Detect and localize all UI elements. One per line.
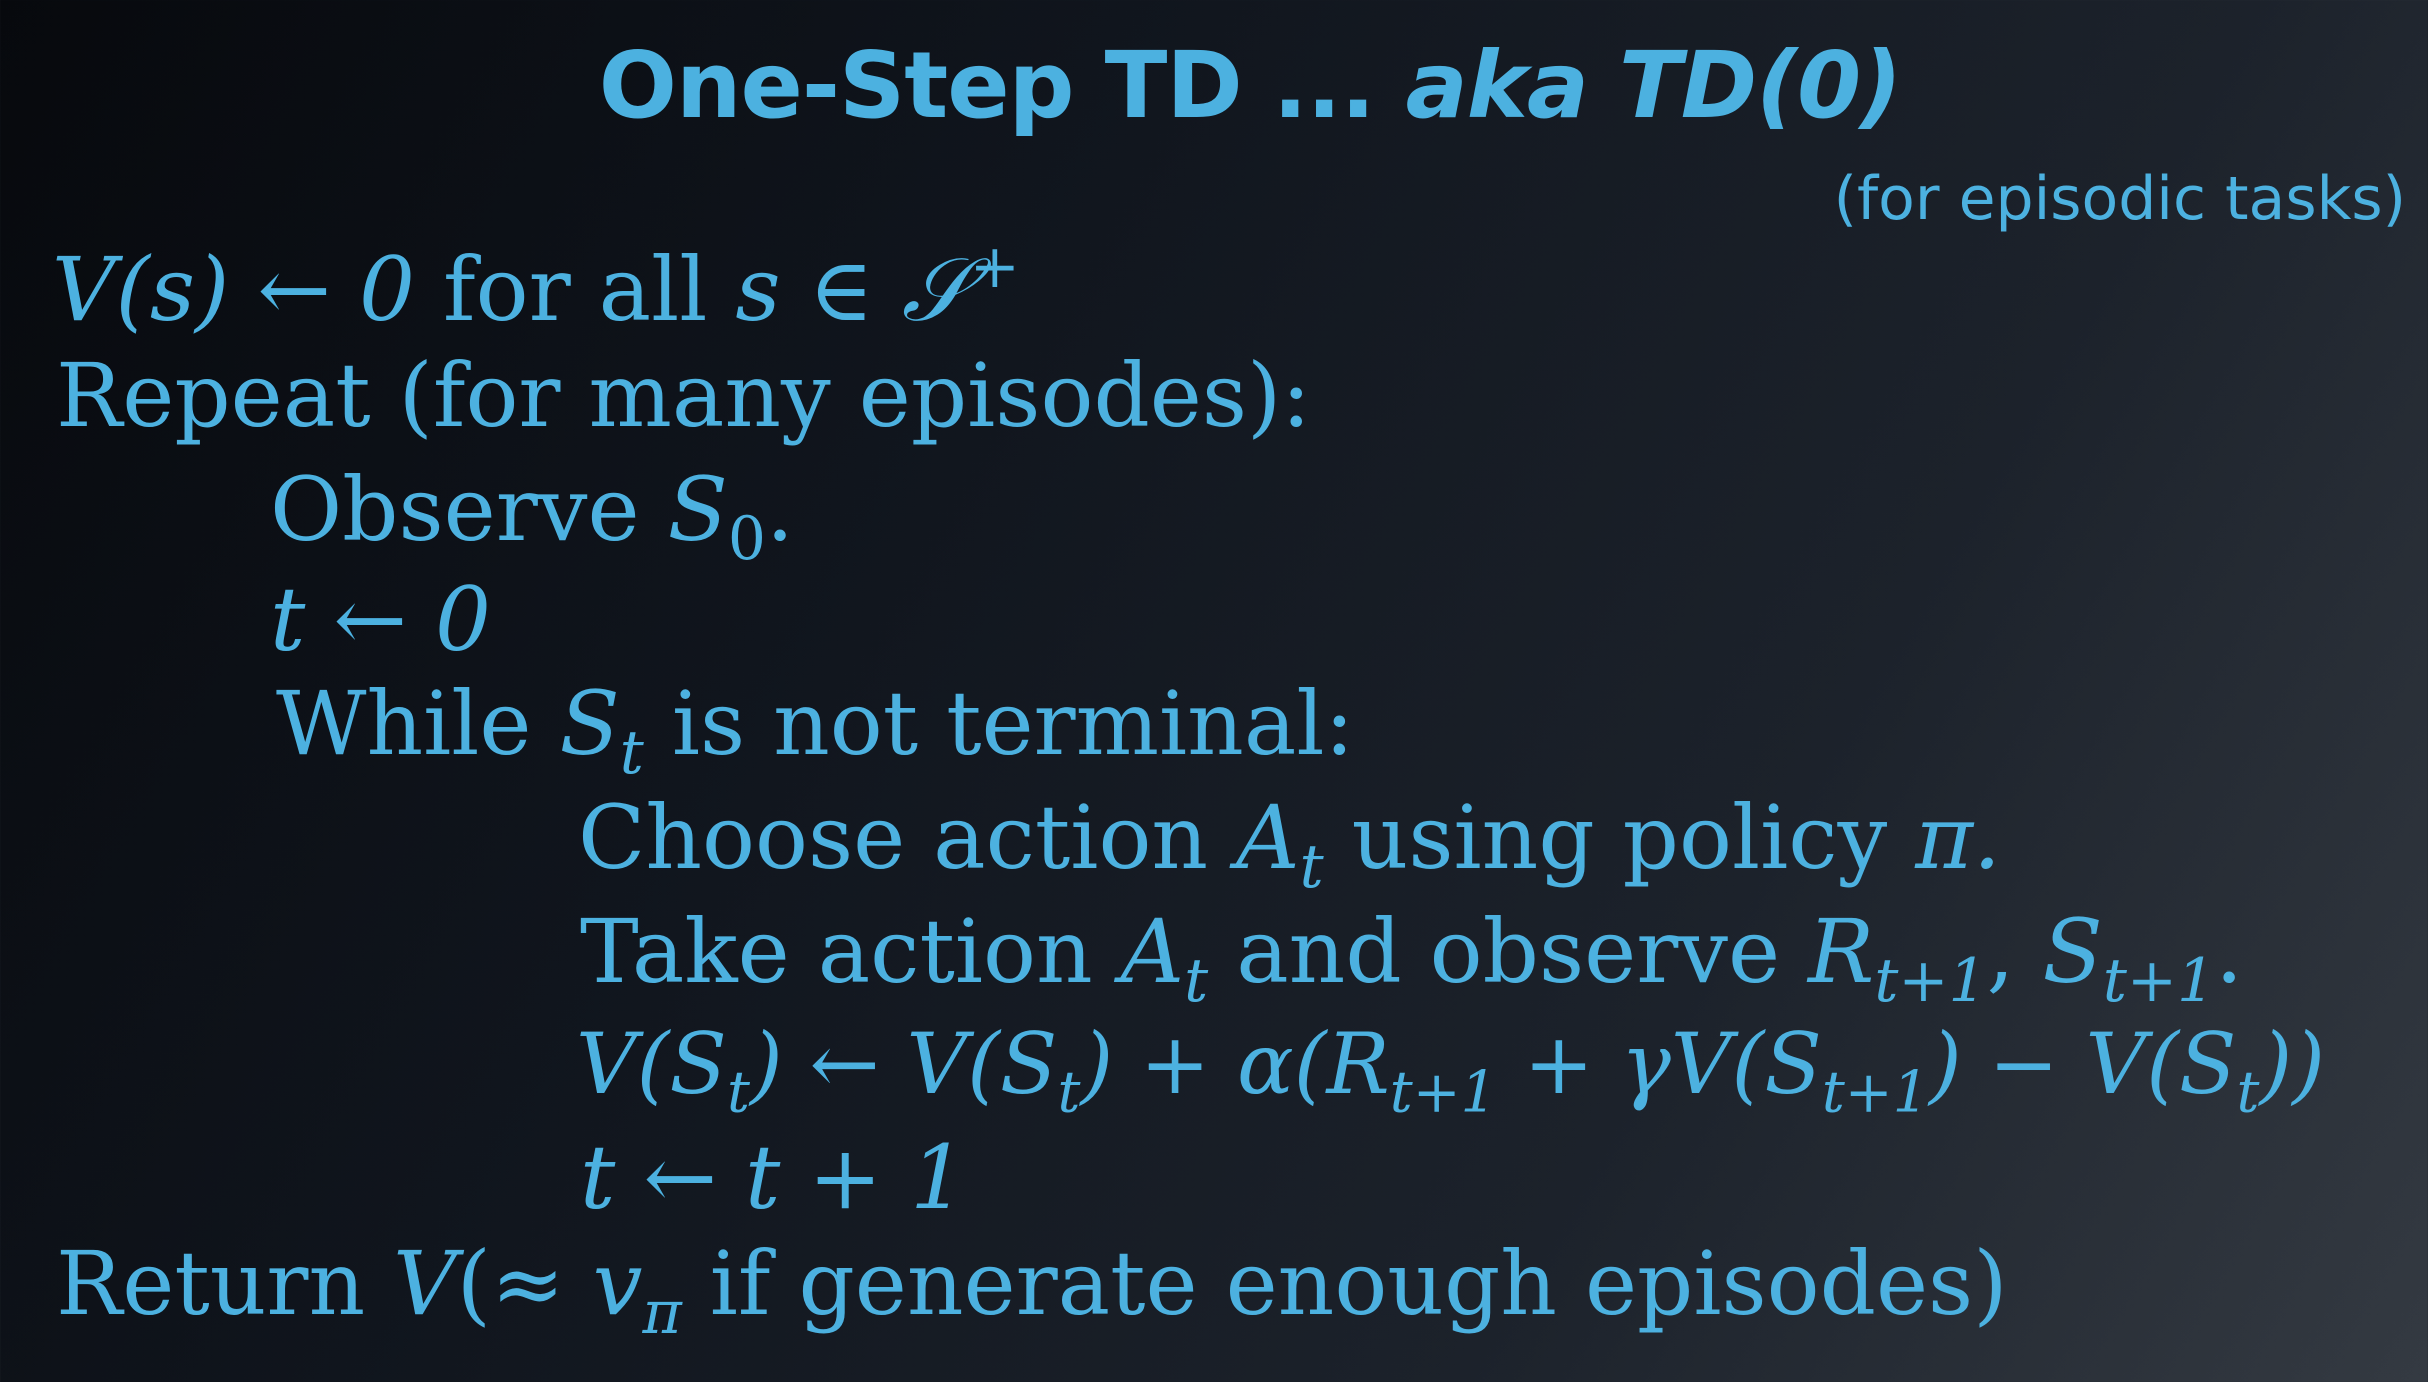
update-p6: )) xyxy=(2259,1015,2326,1113)
update-p5: ) − V(S xyxy=(1929,1015,2237,1113)
return-approx: (≈ xyxy=(456,1232,565,1335)
take-end: . xyxy=(2215,900,2244,1003)
t-inc-expr: t ← t + 1 xyxy=(580,1126,967,1229)
update-s2: t xyxy=(1057,1059,1081,1126)
update-s3: t+1 xyxy=(1389,1059,1497,1126)
return-pisub: π xyxy=(642,1278,682,1349)
line-return: Return V(≈ vπ if generate enough episode… xyxy=(56,1240,2008,1344)
take-text2: and observe xyxy=(1236,900,1781,1003)
init-lhs: V(s) ← 0 xyxy=(52,237,416,341)
slide-title: One-Step TD ... aka TD(0) xyxy=(0,32,2428,139)
update-p4: + γV(S xyxy=(1496,1015,1822,1113)
t-init-expr: t ← 0 xyxy=(270,568,492,671)
line-t-inc: t ← t + 1 xyxy=(580,1134,966,1222)
take-sub: t xyxy=(1184,946,1209,1017)
take-ssub: t+1 xyxy=(2102,946,2216,1017)
slide-subtitle: (for episodic tasks) xyxy=(1833,164,2406,234)
return-vpi: v xyxy=(592,1232,643,1335)
choose-text2: using policy xyxy=(1351,786,1888,889)
line-repeat: Repeat (for many episodes): xyxy=(56,344,1311,447)
update-s1: t xyxy=(726,1059,750,1126)
observe-var: S xyxy=(667,458,728,561)
take-var: A xyxy=(1120,900,1185,1003)
choose-pi: π. xyxy=(1915,786,2002,889)
update-p2: ) ← V(S xyxy=(749,1015,1058,1113)
return-text1: Return xyxy=(56,1232,366,1335)
take-rsub: t+1 xyxy=(1874,946,1987,1017)
take-text1: Take action xyxy=(580,900,1093,1003)
update-s4: t+1 xyxy=(1821,1059,1929,1126)
observe-end: . xyxy=(765,458,794,561)
choose-sub: t xyxy=(1299,832,1324,903)
init-var: s ∈ 𝒮 xyxy=(735,237,970,341)
title-main: One-Step TD ... xyxy=(598,32,1376,139)
line-update: V(St) ← V(St) + α(Rt+1 + γV(St+1) − V(St… xyxy=(576,1022,2325,1121)
init-text: for all xyxy=(443,237,708,341)
return-v: V xyxy=(393,1232,457,1335)
line-take: Take action At and observe Rt+1, St+1. xyxy=(580,908,2243,1012)
slide: One-Step TD ... aka TD(0) (for episodic … xyxy=(0,0,2428,1382)
take-r: R xyxy=(1808,900,1875,1003)
return-text2: if generate enough episodes) xyxy=(709,1232,2008,1335)
take-comma: , xyxy=(1986,900,2015,1003)
observe-sub: 0 xyxy=(727,504,766,575)
observe-text: Observe xyxy=(270,458,640,561)
while-text2: is not terminal: xyxy=(671,672,1355,775)
take-s: S xyxy=(2042,900,2103,1003)
line-choose: Choose action At using policy π. xyxy=(578,794,2001,898)
line-observe: Observe S0. xyxy=(270,466,794,570)
update-p3: ) + α(R xyxy=(1080,1015,1390,1113)
line-t-init: t ← 0 xyxy=(270,576,491,664)
choose-var: A xyxy=(1236,786,1300,889)
line-while: While St is not terminal: xyxy=(276,680,1354,784)
init-sup: + xyxy=(969,232,1020,302)
while-var: S xyxy=(559,672,620,775)
update-p1: V(S xyxy=(576,1015,727,1113)
while-sub: t xyxy=(619,718,644,789)
while-text1: While xyxy=(276,672,532,775)
update-s5: t xyxy=(2236,1059,2260,1126)
title-aka: aka TD(0) xyxy=(1405,32,1903,139)
choose-text1: Choose action xyxy=(578,786,1209,889)
line-init: V(s) ← 0 for all s ∈ 𝒮+ xyxy=(52,237,1020,334)
